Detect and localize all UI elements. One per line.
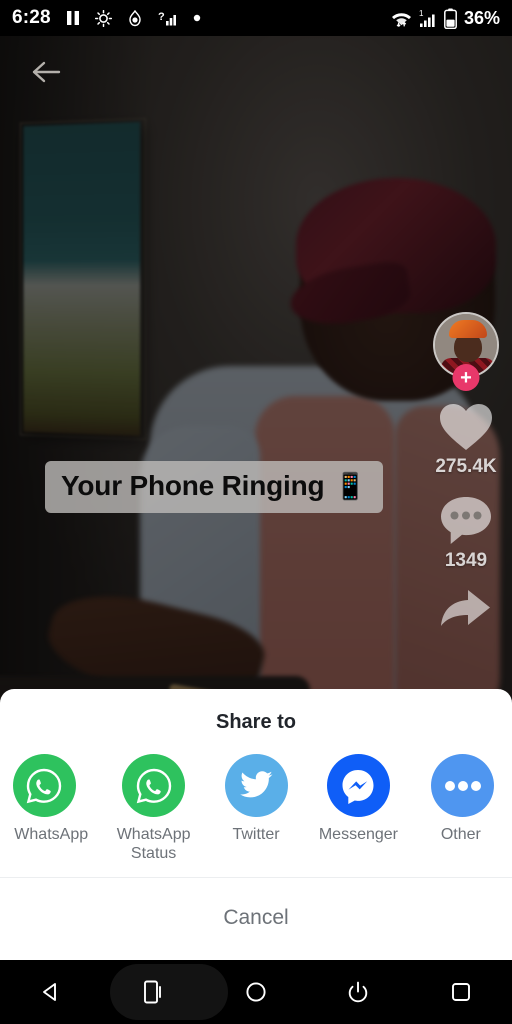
nav-back-button[interactable]	[0, 960, 102, 1024]
comment-bubble-icon	[438, 494, 494, 548]
dot-icon	[193, 14, 201, 22]
share-option-label: Other	[441, 826, 481, 844]
share-option-label: WhatsApp	[14, 826, 88, 844]
nav-power-button[interactable]	[307, 960, 409, 1024]
share-option-label: Twitter	[232, 826, 279, 844]
share-option-messenger[interactable]: Messenger	[307, 754, 409, 844]
caption-text: Your Phone Ringing	[61, 470, 324, 502]
mobile-phone-icon: 📱	[334, 473, 366, 499]
battery-icon	[444, 8, 457, 29]
like-count: 275.4K	[435, 456, 496, 478]
status-clock: 6:28	[12, 7, 51, 29]
video-caption: Your Phone Ringing 📱	[45, 461, 383, 513]
share-action[interactable]	[438, 588, 494, 634]
nav-recents-button[interactable]	[410, 960, 512, 1024]
share-app-list: WhatsApp WhatsApp Status Twitter	[0, 738, 512, 877]
cancel-button[interactable]: Cancel	[0, 878, 512, 960]
follow-button[interactable]: +	[453, 364, 480, 391]
share-option-label: Messenger	[319, 826, 398, 844]
svg-text:?: ?	[158, 11, 165, 23]
recents-square-icon	[449, 980, 473, 1004]
comment-count: 1349	[445, 550, 487, 572]
home-circle-icon	[244, 980, 268, 1004]
status-bar-left: 6:28 ?	[12, 7, 201, 29]
brightness-icon	[95, 10, 112, 27]
power-icon	[346, 980, 370, 1004]
pause-icon	[66, 10, 80, 26]
share-option-twitter[interactable]: Twitter	[205, 754, 307, 844]
cellular-signal-icon: 1	[419, 9, 437, 28]
one-handed-mode-icon	[142, 979, 166, 1005]
share-sheet-title: Share to	[0, 689, 512, 738]
status-bar-right: 1 36%	[391, 8, 500, 29]
wifi-data-icon	[391, 9, 412, 28]
android-nav-bar	[0, 960, 512, 1024]
do-not-disturb-icon	[127, 10, 143, 27]
like-action[interactable]: 275.4K	[435, 400, 496, 478]
back-arrow-icon	[31, 59, 61, 85]
share-option-whatsapp[interactable]: WhatsApp	[0, 754, 102, 844]
creator-avatar-button[interactable]: +	[433, 312, 499, 378]
share-sheet: Share to WhatsApp Whats	[0, 689, 512, 960]
twitter-icon	[225, 754, 288, 817]
heart-icon	[437, 400, 495, 454]
svg-text:1: 1	[419, 9, 424, 18]
back-triangle-icon	[39, 980, 63, 1004]
action-rail: + 275.4K 1349	[424, 312, 508, 650]
messenger-icon	[327, 754, 390, 817]
share-option-label: WhatsApp Status	[117, 826, 191, 863]
share-option-other[interactable]: Other	[410, 754, 512, 844]
other-ellipsis-icon	[431, 754, 494, 817]
share-arrow-icon	[438, 588, 494, 634]
avatar-cap	[449, 320, 487, 338]
status-bar: 6:28 ?	[0, 0, 512, 36]
phone-screen: 6:28 ?	[0, 0, 512, 1024]
battery-percent-label: 36%	[464, 8, 500, 29]
whatsapp-status-icon	[122, 754, 185, 817]
nav-one-handed-button[interactable]	[102, 960, 204, 1024]
back-button[interactable]	[24, 50, 68, 94]
comment-action[interactable]: 1349	[438, 494, 494, 572]
whatsapp-icon	[13, 754, 76, 817]
share-option-whatsapp-status[interactable]: WhatsApp Status	[102, 754, 204, 863]
unknown-sim-signal-icon: ?	[158, 10, 178, 27]
